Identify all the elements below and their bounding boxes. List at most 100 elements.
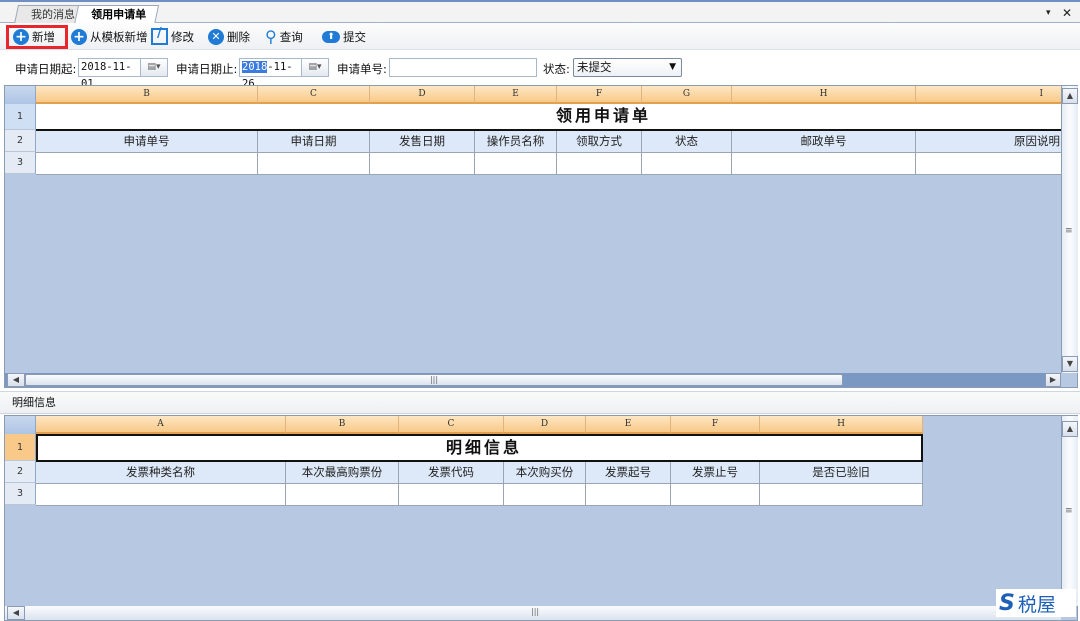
logo-icon: S <box>999 590 1015 616</box>
section-label: 明细信息 <box>12 396 56 409</box>
scroll-left-button[interactable]: ◀ <box>7 606 25 620</box>
header-cell[interactable]: 申请单号 <box>36 131 258 153</box>
sheet-title: 领用申请单 <box>36 104 1062 131</box>
column-header[interactable]: B <box>36 86 258 104</box>
column-header[interactable]: E <box>586 416 671 434</box>
end-date-label: 申请日期止: <box>176 62 238 76</box>
column-header[interactable]: F <box>671 416 760 434</box>
column-header[interactable]: B <box>286 416 399 434</box>
column-header[interactable]: I <box>916 86 1062 104</box>
new-button-highlight <box>6 25 68 49</box>
main-spreadsheet[interactable]: B C D E F G H I 1 2 3 领用申请单 申请单号 申请日期 发售… <box>4 85 1078 388</box>
scroll-right-button[interactable]: ▶ <box>1045 373 1061 387</box>
row-header[interactable]: 1 <box>5 104 36 130</box>
submit-label: 提交 <box>343 29 366 44</box>
data-cell[interactable] <box>671 484 760 506</box>
app-no-input[interactable] <box>389 58 537 77</box>
column-header[interactable]: A <box>36 416 286 434</box>
delete-button[interactable]: ✕ 删除 <box>208 26 250 47</box>
scroll-left-button[interactable]: ◀ <box>7 373 25 387</box>
end-date-year-selected: 2018 <box>242 61 268 73</box>
row-header[interactable]: 1 <box>5 434 36 461</box>
edit-label: 修改 <box>171 29 194 44</box>
dropdown-menu-icon[interactable]: ▾ <box>1046 8 1051 18</box>
header-cell[interactable]: 申请日期 <box>258 131 370 153</box>
query-button[interactable]: ⚲ 查询 <box>265 26 303 47</box>
vertical-scrollbar[interactable]: ▲ ≡ <box>1061 416 1078 606</box>
data-cell[interactable] <box>36 153 258 175</box>
header-cell[interactable]: 是否已验旧 <box>760 462 923 484</box>
data-cell[interactable] <box>557 153 642 175</box>
start-date-calendar-button[interactable]: ▤▾ <box>140 58 168 77</box>
column-header[interactable]: C <box>399 416 504 434</box>
row-header[interactable]: 3 <box>5 483 36 505</box>
header-cell[interactable]: 操作员名称 <box>475 131 557 153</box>
header-cell[interactable]: 本次购买份 <box>504 462 586 484</box>
data-cell[interactable] <box>258 153 370 175</box>
horizontal-scrollbar[interactable]: ◀ ||| <box>5 606 1061 620</box>
header-cell[interactable]: 发票代码 <box>399 462 504 484</box>
column-header[interactable]: E <box>475 86 557 104</box>
scroll-up-button[interactable]: ▲ <box>1062 88 1078 104</box>
header-cell[interactable]: 邮政单号 <box>732 131 916 153</box>
detail-section-header: 明细信息 <box>0 391 1080 414</box>
header-cell[interactable]: 原因说明 <box>916 131 1062 153</box>
header-cell[interactable]: 发售日期 <box>370 131 475 153</box>
tab-requisition-form[interactable]: 领用申请单 <box>73 5 160 25</box>
sheet-title: 明细信息 <box>36 434 923 462</box>
data-cell[interactable] <box>586 484 671 506</box>
row-header[interactable]: 2 <box>5 461 36 483</box>
status-value: 未提交 <box>577 60 612 74</box>
row-header[interactable]: 3 <box>5 152 36 174</box>
status-select[interactable]: 未提交 ▼ <box>573 58 682 77</box>
header-cell[interactable]: 发票起号 <box>586 462 671 484</box>
vertical-scrollbar[interactable]: ▲ ≡ ▼ <box>1061 86 1078 373</box>
column-header[interactable]: D <box>504 416 586 434</box>
column-header[interactable]: G <box>642 86 732 104</box>
data-cell[interactable] <box>36 484 286 506</box>
data-cell[interactable] <box>286 484 399 506</box>
header-cell[interactable]: 领取方式 <box>557 131 642 153</box>
header-cell[interactable]: 发票止号 <box>671 462 760 484</box>
column-header[interactable]: H <box>732 86 916 104</box>
data-cell[interactable] <box>642 153 732 175</box>
submit-button[interactable]: ⬆ 提交 <box>322 26 366 47</box>
edit-button[interactable]: / 修改 <box>151 26 194 47</box>
search-icon: ⚲ <box>265 27 277 46</box>
close-icon[interactable]: ✕ <box>1062 6 1072 20</box>
column-header[interactable]: F <box>557 86 642 104</box>
detail-spreadsheet[interactable]: A B C D E F H 1 2 3 明细信息 发票种类名称 本次最高购票份 … <box>4 415 1078 621</box>
data-cell[interactable] <box>370 153 475 175</box>
end-date-calendar-button[interactable]: ▤▾ <box>301 58 329 77</box>
status-label: 状态: <box>543 62 570 76</box>
select-all-corner[interactable] <box>5 416 36 434</box>
data-cell[interactable] <box>760 484 923 506</box>
header-cell[interactable]: 发票种类名称 <box>36 462 286 484</box>
column-header[interactable]: C <box>258 86 370 104</box>
data-cell[interactable] <box>399 484 504 506</box>
scroll-grip-icon: ≡ <box>1065 506 1073 516</box>
scroll-down-button[interactable]: ▼ <box>1062 356 1078 372</box>
column-header[interactable]: D <box>370 86 475 104</box>
data-cell[interactable] <box>732 153 916 175</box>
delete-icon: ✕ <box>208 28 224 45</box>
data-cell[interactable] <box>475 153 557 175</box>
scroll-up-button[interactable]: ▲ <box>1062 421 1078 437</box>
tab-label: 我的消息 <box>31 8 75 21</box>
start-date-input[interactable]: 2018-11-01 <box>78 58 140 90</box>
column-header[interactable]: H <box>760 416 923 434</box>
toolbar: + 新增 + 从模板新增 / 修改 ✕ 删除 ⚲ 查询 ⬆ 提交 <box>0 23 1080 50</box>
row-header[interactable]: 2 <box>5 130 36 152</box>
horizontal-scrollbar[interactable]: ◀ ||| ▶ <box>5 373 1061 387</box>
new-from-template-label: 从模板新增 <box>90 29 148 44</box>
data-cell[interactable] <box>504 484 586 506</box>
data-cell[interactable] <box>916 153 1062 175</box>
select-all-corner[interactable] <box>5 86 36 104</box>
filter-bar: 申请日期起: 2018-11-01 ▤▾ 申请日期止: 2018-11-26 ▤… <box>0 50 1080 90</box>
horizontal-scroll-thumb[interactable]: ||| <box>25 374 843 386</box>
header-cell[interactable]: 状态 <box>642 131 732 153</box>
new-from-template-button[interactable]: + 从模板新增 <box>71 26 148 47</box>
header-cell[interactable]: 本次最高购票份 <box>286 462 399 484</box>
end-date-input[interactable]: 2018-11-26 <box>239 58 301 90</box>
cloud-upload-icon: ⬆ <box>322 30 340 43</box>
